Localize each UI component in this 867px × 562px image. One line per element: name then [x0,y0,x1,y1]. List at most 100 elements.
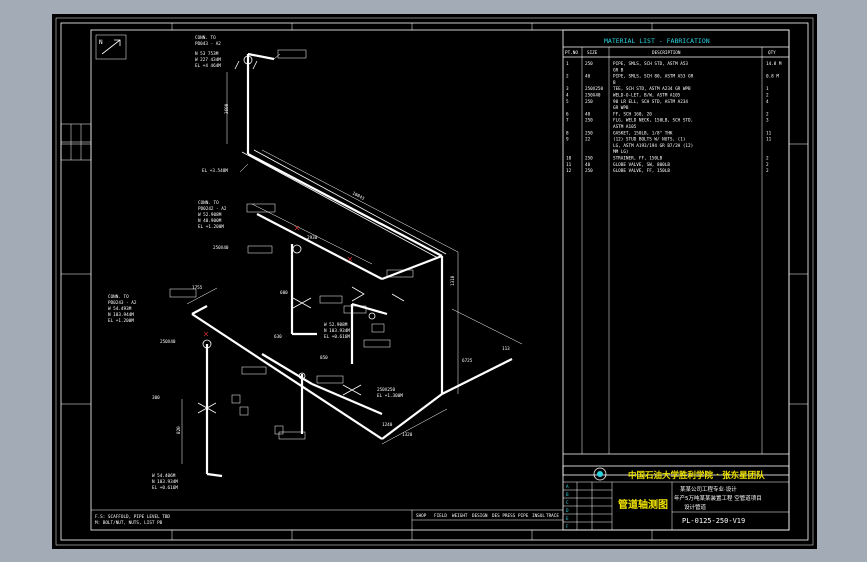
elevation-label: EL +3.548M [202,168,228,174]
svg-text:N 53 753M: N 53 753M [195,51,219,57]
material-row-qty: 2 [766,93,769,99]
material-row-item: 10 [566,156,572,162]
school-name: 中国石油大学胜利学院 · 张东星团队 [628,470,765,481]
north-label: N [99,39,103,46]
svg-text:C: C [566,500,569,506]
svg-text:F.S: SCAFFOLD, PIPE LEVEL TBD: F.S: SCAFFOLD, PIPE LEVEL TBD [95,514,170,520]
material-row-item: 12 [566,168,572,174]
material-row-desc: 90 LR ELL, SCH STD, ASTM A234 [613,99,688,105]
material-row-size: 250 [585,130,593,136]
material-row-item: 6 [566,111,569,117]
material-row-size: 40 [585,111,591,117]
material-row-desc: ASTM A105 [613,124,637,130]
svg-text:W 54.493M: W 54.493M [108,306,132,312]
drawing-sheet[interactable]: N CONN. TO PD043 - A2 N 53 753M W 227 43… [52,14,817,549]
svg-text:250X250: 250X250 [377,387,396,393]
svg-text:1320: 1320 [402,432,413,438]
project-line-2: 年产5万吨某某装置工程 空管道项目 [674,494,762,502]
material-row-qty: 2 [766,111,769,117]
material-row-desc: B [613,80,616,86]
svg-text:850: 850 [320,355,328,361]
material-row-item: 4 [566,93,569,99]
material-row-size: 250X250 [585,86,604,92]
reducer-label-2: 250X40 [160,339,176,345]
svg-text:EL +0.616M: EL +0.616M [152,485,178,491]
revision-rows: A B C D E F [566,484,569,530]
svg-text:EL +1.200M: EL +1.200M [198,224,224,230]
isometric-drawing: N CONN. TO PD043 - A2 N 53 753M W 227 43… [55,17,814,546]
weld-marks [203,225,353,337]
svg-text:N 40.900M: N 40.900M [198,218,222,224]
svg-text:N 103.944M: N 103.944M [108,312,134,318]
material-row-desc: GR B [613,67,624,73]
material-row-desc: GR WPB [613,105,629,111]
zone-ticks [61,23,808,540]
svg-text:1310: 1310 [450,275,456,286]
svg-text:A: A [566,484,569,490]
svg-text:DES PRESS: DES PRESS [492,513,516,519]
svg-text:6725: 6725 [462,358,473,364]
material-row-item: 9 [566,137,569,143]
top-connection-note: CONN. TO PD043 - A2 N 53 753M W 227 434M… [195,35,221,69]
svg-text:INSUL: INSUL [532,513,545,519]
svg-text:M: BOLT/NUT, NUTS, LIST PB: M: BOLT/NUT, NUTS, LIST PB [95,520,163,526]
material-row-qty: 4 [766,99,769,105]
material-row-desc: GASKET, 150LB, 1/8" THK [613,130,673,136]
material-row-item: 2 [566,74,569,80]
material-row-desc: PIPE, SMLS, SCH 80, ASTM A53 GR [613,74,694,80]
svg-text:W 227 434M: W 227 434M [195,57,221,63]
svg-text:PD0243 - A2: PD0243 - A2 [108,300,137,306]
dimension-lines [181,72,523,464]
svg-text:EL +1.300M: EL +1.300M [377,393,403,399]
bottom-coordinate-note: W 54.406M N 103.934M EL +0.616M [152,473,178,491]
material-row-size: 250 [585,99,593,105]
material-row-qty: 2 [766,168,769,174]
svg-text:DESIGN: DESIGN [472,513,488,519]
svg-text:113: 113 [502,346,510,352]
col-header-description: DESCRIPTION [652,50,681,56]
drawing-number: PL-0125-250-V19 [682,517,745,525]
svg-text:EL +4 464M: EL +4 464M [195,63,221,69]
material-row-item: 3 [566,86,569,92]
material-row-size: 22 [585,137,591,143]
svg-text:3600: 3600 [224,103,230,114]
material-row-size: 250 [585,168,593,174]
material-row-size: 250X40 [585,93,601,99]
reducer-label: 250X40 [213,245,229,251]
svg-text:B: B [566,492,569,498]
material-row-desc: (12) STUD BOLTS W/ NUTS, (1) [613,137,685,143]
material-row-size: 250 [585,156,593,162]
svg-text:N 103.934M: N 103.934M [324,328,350,334]
material-row-desc: FLG, WELD NECK, 150LB, SCH STD, [613,118,693,124]
material-row-desc: LG, ASTM A193/194 GR B7/2H (12) [613,143,693,149]
material-row-item: 8 [566,130,569,136]
material-row-qty: 2 [766,156,769,162]
drawing-border [90,29,790,531]
material-row-desc: GLOBE VALVE, SW, 800LB [613,162,670,168]
left-connection-note: CONN. TO PD0243 - A2 W 54.493M N 103.944… [108,294,137,324]
material-row-size: 250 [585,61,593,67]
svg-text:600: 600 [280,290,288,296]
inner-frame [60,22,809,541]
svg-text:1755: 1755 [192,285,203,291]
mid-connection-note: CONN. TO PD0242 - A2 W 52.908M N 40.900M… [198,200,227,230]
cad-viewport[interactable]: N CONN. TO PD043 - A2 N 53 753M W 227 43… [0,0,867,562]
mid-coordinate-note: W 52.908M N 103.934M EL +0.616M [324,322,350,340]
svg-text:SHOP: SHOP [416,513,427,519]
svg-text:1240: 1240 [382,422,393,428]
col-header-item: PT.NO [565,50,578,56]
material-row-qty: 1 [766,86,769,92]
col-header-size: SIZE [587,50,598,56]
material-row-desc: FF, SCH 160, 20 [613,111,652,117]
svg-text:EL +0.616M: EL +0.616M [324,334,350,340]
svg-text:PD0242 - A2: PD0242 - A2 [198,206,227,212]
material-row-desc: GLOBE VALVE, FF, 150LB [613,168,670,174]
svg-text:CONN. TO: CONN. TO [198,200,219,206]
material-row-desc: STRAINER, FF, 150LB [613,156,663,162]
svg-text:PIPE: PIPE [518,513,529,519]
svg-text:W 52.908M: W 52.908M [324,322,348,328]
svg-text:PD043 - A2: PD043 - A2 [195,41,221,47]
right-coordinate-note: 250X250 EL +1.300M [377,387,403,399]
material-row-size: 40 [585,74,591,80]
material-list-rows: 1 250 PIPE, SMLS, SCH STD, ASTM A53 14.8 M G… [566,61,782,174]
